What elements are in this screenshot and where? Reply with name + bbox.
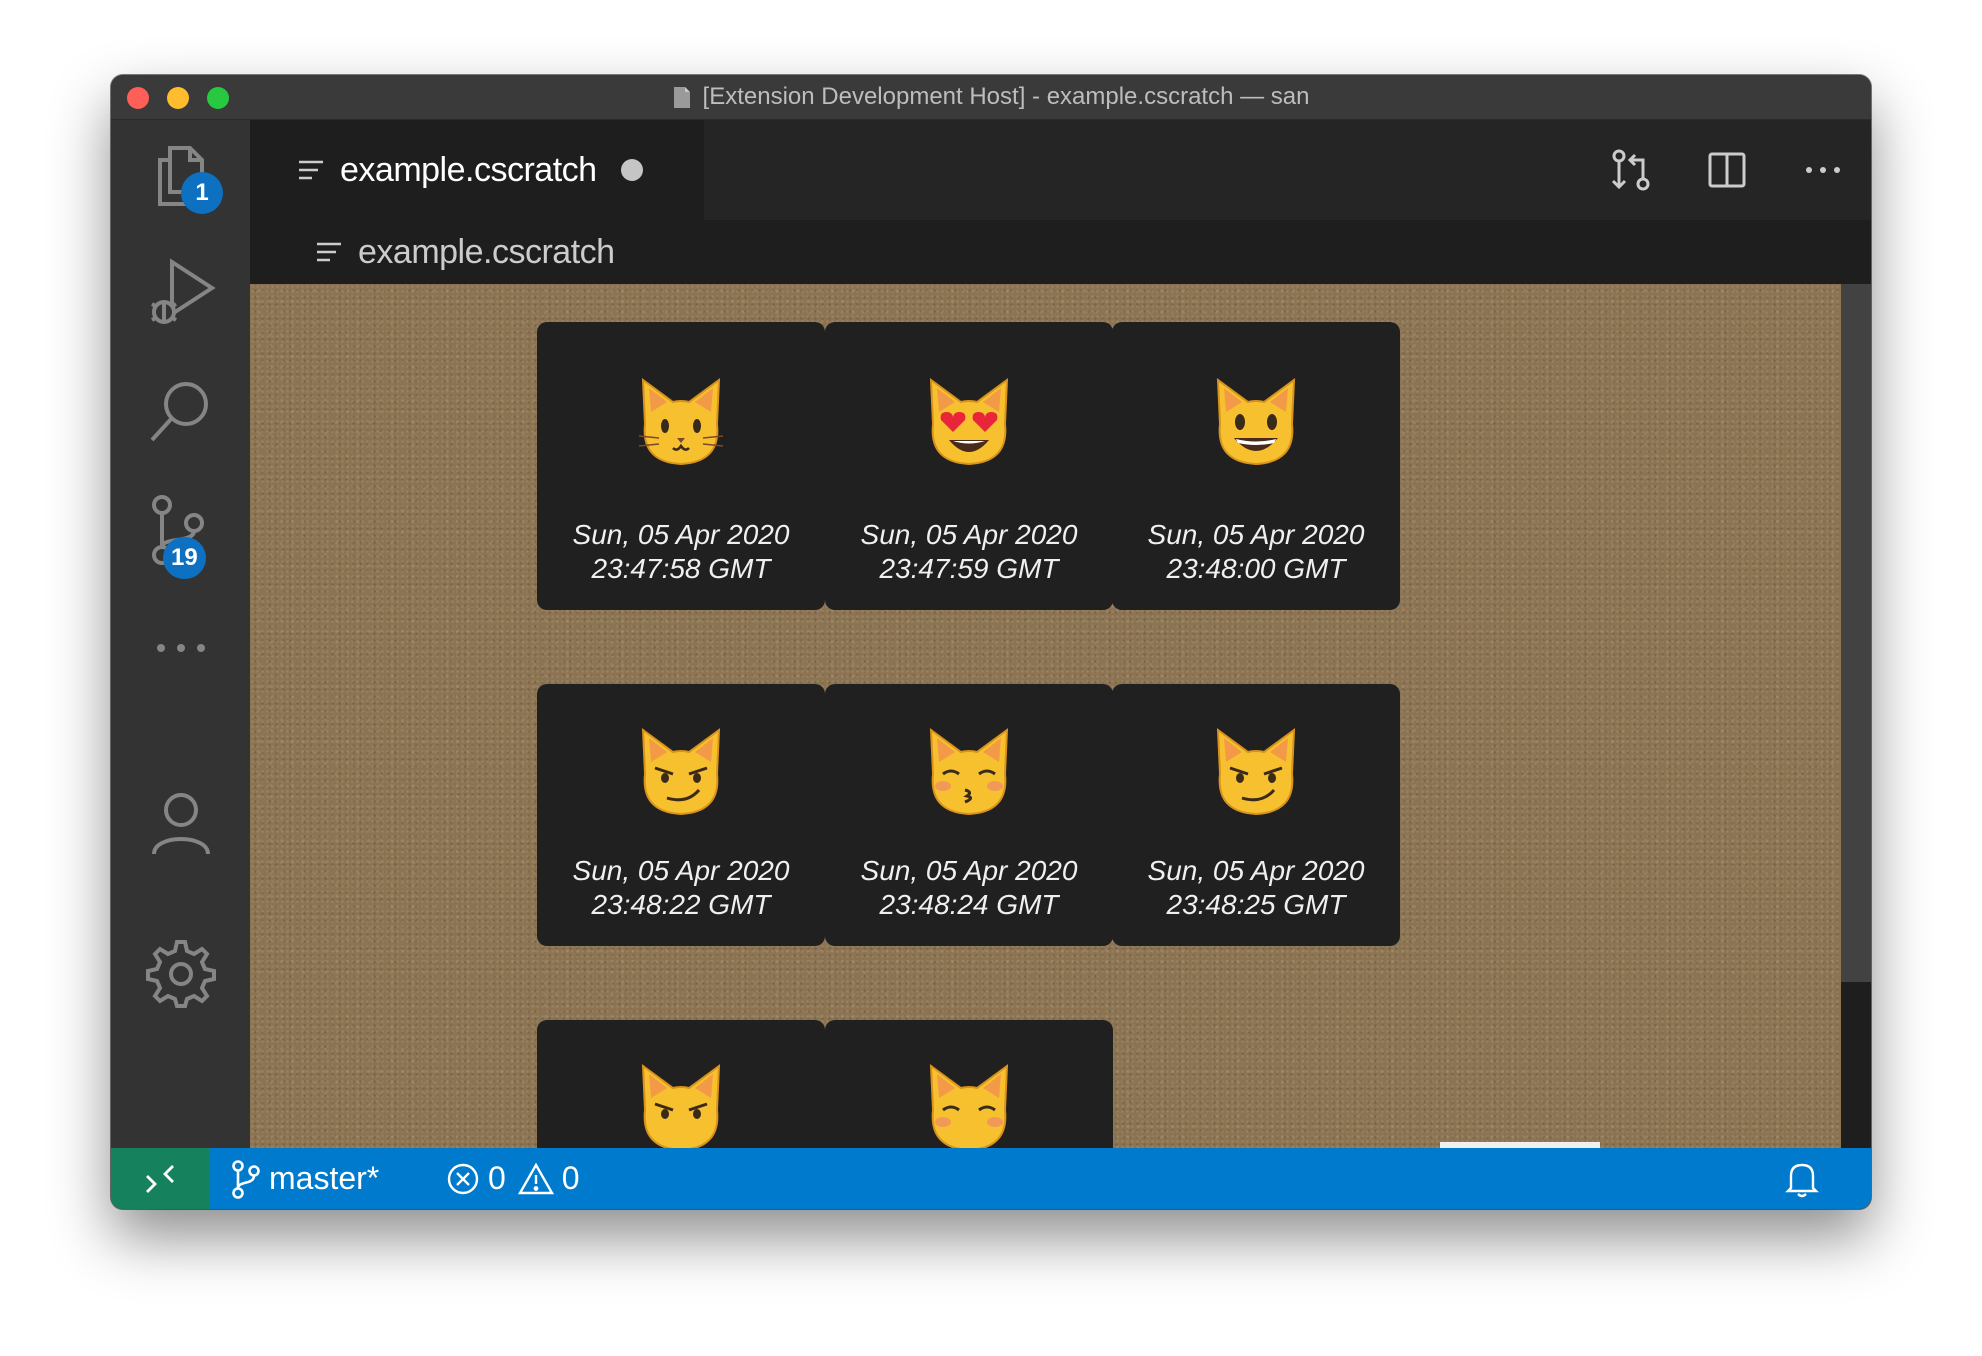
account-icon <box>151 793 210 855</box>
card-date-line: Sun, 05 Apr 2020 <box>1147 519 1365 550</box>
editor-actions <box>1583 120 1871 220</box>
kissing-cat-icon <box>929 727 1009 816</box>
remote-indicator-button[interactable] <box>111 1148 209 1209</box>
text-file-icon <box>299 160 323 180</box>
split-editor-button[interactable] <box>1679 120 1775 220</box>
card-time-line: 23:47:59 GMT <box>879 553 1059 584</box>
kissing-cat-icon <box>929 1063 1009 1148</box>
card-date-line: Sun, 05 Apr 2020 <box>860 855 1078 886</box>
smirk-cat-icon <box>1216 727 1296 816</box>
open-changes-button[interactable] <box>1583 120 1679 220</box>
card-time-line: 23:48:22 GMT <box>591 889 771 920</box>
more-views-button[interactable] <box>111 593 250 703</box>
card-date-line: Sun, 05 Apr 2020 <box>860 519 1078 550</box>
document-icon <box>673 86 690 108</box>
run-debug-button[interactable] <box>111 236 250 346</box>
card-date: Sun, 05 Apr 2020 23:48:22 GMT <box>537 854 825 922</box>
cat-card[interactable]: Sun, 05 Apr 2020 23:47:58 GMT <box>537 322 825 610</box>
text-file-icon <box>317 242 341 262</box>
vertical-scrollbar-thumb[interactable] <box>1841 284 1871 982</box>
breadcrumb-label: example.cscratch <box>358 232 615 271</box>
card-date: Sun, 05 Apr 2020 23:47:59 GMT <box>825 518 1113 586</box>
error-icon <box>447 1163 479 1194</box>
branch-name: master* <box>269 1160 380 1196</box>
editor-area: example.cscratch example.cscratch Sun, 0… <box>250 120 1871 1148</box>
smirk-cat-icon <box>641 1063 721 1148</box>
cat-card[interactable]: Sun, 05 Apr 2020 23:47:59 GMT <box>825 322 1113 610</box>
window-title-text: [Extension Development Host] - example.c… <box>702 83 1310 110</box>
cat-scratch-board: Sun, 05 Apr 2020 23:47:58 GMT Sun, 05 Ap… <box>250 284 1841 1148</box>
notifications-button[interactable] <box>1785 1148 1827 1209</box>
bell-icon <box>1785 1163 1819 1197</box>
ellipsis-icon <box>1806 167 1840 173</box>
cat-face-icon <box>638 377 724 466</box>
card-time-line: 23:48:00 GMT <box>1166 553 1346 584</box>
remote-icon <box>146 1164 174 1193</box>
card-date-line: Sun, 05 Apr 2020 <box>1147 855 1365 886</box>
gear-icon <box>145 940 216 1008</box>
ellipsis-icon <box>156 644 205 652</box>
cat-card[interactable] <box>825 1020 1113 1148</box>
warning-icon <box>517 1162 554 1194</box>
run-debug-icon <box>150 258 216 324</box>
branch-status[interactable]: master* <box>231 1148 379 1209</box>
error-count: 0 <box>488 1160 506 1196</box>
card-date: Sun, 05 Apr 2020 23:47:58 GMT <box>537 518 825 586</box>
split-editor-icon <box>1708 152 1746 188</box>
warning-count: 0 <box>561 1160 580 1196</box>
accounts-button[interactable] <box>111 768 250 878</box>
cat-card[interactable] <box>537 1020 825 1148</box>
cat-card[interactable]: Sun, 05 Apr 2020 23:48:22 GMT <box>537 684 825 946</box>
grinning-cat-icon <box>1216 377 1296 466</box>
search-button[interactable] <box>111 356 250 466</box>
card-time-line: 23:47:58 GMT <box>591 553 771 584</box>
manage-button[interactable] <box>111 918 250 1028</box>
source-control-badge: 19 <box>163 537 206 579</box>
tab-label: example.cscratch <box>340 150 597 189</box>
vscode-window: [Extension Development Host] - example.c… <box>111 75 1871 1209</box>
more-actions-button[interactable] <box>1775 120 1871 220</box>
card-date: Sun, 05 Apr 2020 23:48:25 GMT <box>1112 854 1400 922</box>
git-branch-icon <box>232 1159 260 1199</box>
card-time-line: 23:48:24 GMT <box>879 889 1059 920</box>
explorer-button[interactable]: 1 <box>111 120 250 230</box>
cat-card[interactable]: Sun, 05 Apr 2020 23:48:00 GMT <box>1112 322 1400 610</box>
title-bar: [Extension Development Host] - example.c… <box>111 75 1871 120</box>
tab-example-cscratch[interactable]: example.cscratch <box>250 120 704 220</box>
card-date-line: Sun, 05 Apr 2020 <box>572 855 790 886</box>
cat-card[interactable]: Sun, 05 Apr 2020 23:48:25 GMT <box>1112 684 1400 946</box>
problems-status[interactable]: 0 0 <box>446 1148 580 1209</box>
card-date: Sun, 05 Apr 2020 23:48:24 GMT <box>825 854 1113 922</box>
explorer-badge: 1 <box>181 172 223 214</box>
card-date-line: Sun, 05 Apr 2020 <box>572 519 790 550</box>
search-icon <box>150 382 208 442</box>
window-title: [Extension Development Host] - example.c… <box>111 75 1871 119</box>
card-time-line: 23:48:25 GMT <box>1166 889 1346 920</box>
activity-bar: 1 19 <box>111 120 250 1148</box>
tab-bar: example.cscratch <box>250 120 1871 220</box>
status-bar: master* 0 0 <box>111 1148 1871 1209</box>
heart-eyes-cat-icon <box>929 377 1009 466</box>
unsaved-dot-icon[interactable] <box>620 159 643 181</box>
cat-card[interactable]: Sun, 05 Apr 2020 23:48:24 GMT <box>825 684 1113 946</box>
breadcrumb[interactable]: example.cscratch <box>250 220 1871 284</box>
card-date: Sun, 05 Apr 2020 23:48:00 GMT <box>1112 518 1400 586</box>
compare-changes-icon <box>1611 149 1650 191</box>
smirk-cat-icon <box>641 727 721 816</box>
source-control-button[interactable]: 19 <box>111 475 250 585</box>
